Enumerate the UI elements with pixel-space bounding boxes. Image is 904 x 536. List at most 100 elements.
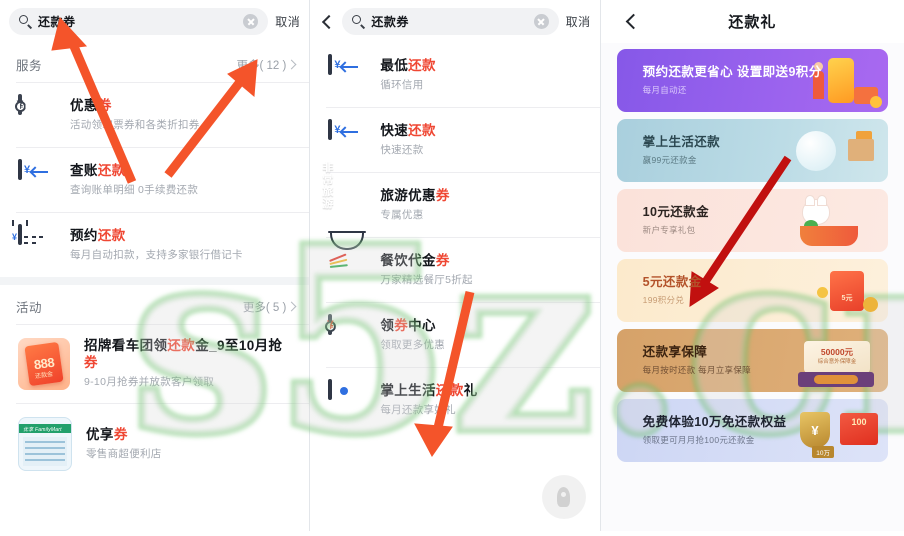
search-bar-left[interactable]: 还款券 取消	[0, 0, 310, 43]
rocket-icon	[557, 487, 571, 507]
list-item-subtitle: 查询账单明细 0手续费还款	[70, 183, 199, 196]
cat-basket-art	[768, 189, 888, 252]
list-item-text: 快速还款 快速还款	[380, 123, 436, 158]
search-input-middle[interactable]: 还款券	[342, 8, 559, 35]
nav-bar: 还款礼	[600, 0, 904, 43]
list-item-subtitle: 万家精选餐厅5折起	[380, 273, 473, 286]
list-item-text: 掌上生活还款礼 每月还款享好礼	[380, 383, 477, 418]
list-item-coupon[interactable]: ¥ 优惠券 活动领取票券和各类折扣券	[0, 83, 310, 147]
section-more-link-services[interactable]: 更多( 12 )	[236, 57, 297, 73]
search-input-left[interactable]: 还款券	[9, 8, 269, 35]
list-item-text: 预约还款 每月自动扣款，支持多家银行借记卡	[70, 228, 243, 263]
page-title: 还款礼	[728, 14, 777, 31]
envelope-amount: 100	[851, 417, 867, 427]
search-icon	[19, 15, 32, 28]
banner-subtitle: 199积分兑	[642, 295, 685, 305]
list-item-subtitle: 循环信用	[380, 78, 424, 91]
banner-subtitle: 领取更可月月抢100元还款金	[642, 435, 755, 445]
list-item-subtitle: 活动领取票券和各类折扣券	[70, 118, 200, 131]
card-repay-icon: ¥	[18, 159, 56, 199]
banner-title: 免费体验10万免还款权益	[642, 415, 787, 429]
banner-text: 免费体验10万免还款权益 领取更可月月抢100元还款金	[617, 415, 787, 446]
clear-icon[interactable]	[533, 14, 549, 29]
section-title: 活动	[16, 301, 43, 315]
list-item-minimum-repay[interactable]: ¥ 最低还款 循环信用	[310, 43, 600, 107]
list-item-fast-repay[interactable]: ¥ 快速还款 快速还款	[310, 108, 600, 172]
list-item-title: 查账还款	[70, 162, 126, 178]
list-item-text: 餐饮代金券 万家精选餐厅5折起	[380, 253, 473, 288]
retail-store-thumb: 优享 FamilyMart	[18, 417, 72, 471]
list-item-text: 优惠券 活动领取票券和各类折扣券	[70, 98, 200, 133]
banner-text: 还款享保障 每月按时还款 每月立享保障	[617, 345, 751, 376]
list-item-subtitle: 每月还款享好礼	[380, 403, 456, 416]
banner-subtitle: 赢99元还款金	[642, 155, 697, 165]
search-icon	[352, 15, 365, 28]
list-item-title: 优惠券	[70, 97, 112, 113]
travel-tile-icon: 非常旅游	[322, 162, 366, 224]
list-item-title: 餐饮代金券	[380, 252, 450, 268]
banner-text: 10元还款金 新户专享礼包	[617, 205, 709, 236]
banner-subtitle: 新户专享礼包	[642, 225, 696, 235]
snowglobe-art	[768, 119, 888, 182]
shield-tag: 10万	[812, 446, 834, 458]
list-item-title: 预约还款	[70, 227, 126, 243]
banner-title: 预约还款更省心 设置即送9积分	[642, 65, 822, 79]
chevron-right-icon	[286, 301, 297, 312]
banner-subtitle: 每月按时还款 每月立享保障	[642, 365, 751, 375]
banner-10-yuan-repay-fund[interactable]: 10元还款金 新户专享礼包	[616, 189, 888, 252]
search-query-text: 还款券	[38, 15, 76, 29]
list-item-title: 掌上生活还款礼	[380, 382, 478, 398]
list-item-title: 招牌看车团领还款金_9至10月抢券	[84, 338, 283, 371]
right-panel-repayment-gifts: 还款礼 预约还款更省心 设置即送9积分 每月自动还 掌上生活还款 赢99元还款金	[599, 0, 904, 531]
section-header-services: 服务 更多( 12 )	[0, 43, 310, 82]
banner-list: 预约还款更省心 设置即送9积分 每月自动还 掌上生活还款 赢99元还款金 10元…	[601, 43, 904, 462]
calendar-repay-icon: ¥	[11, 220, 56, 264]
back-to-top-button[interactable]	[541, 475, 586, 519]
left-panel-search-results: 还款券 取消 服务 更多( 12 ) ¥ 优惠券 活动领取票券和各类折扣券 查账…	[0, 0, 310, 531]
chevron-left-icon[interactable]	[319, 14, 335, 30]
list-item-cmb-life-repay-gift[interactable]: 掌上生活还款礼 每月还款享好礼	[310, 368, 600, 432]
coupon-ticket-icon: ¥	[327, 314, 366, 354]
search-bar-middle[interactable]: 还款券 取消	[310, 0, 600, 43]
banner-repay-insurance[interactable]: 还款享保障 每月按时还款 每月立享保障 50000元 综合意外保障金	[616, 329, 888, 392]
section-title: 服务	[16, 59, 43, 73]
section-more-link-activities[interactable]: 更多( 5 )	[243, 299, 297, 315]
banner-text: 预约还款更省心 设置即送9积分 每月自动还	[617, 65, 822, 96]
red-envelope-888-thumb: 888 还款金	[18, 338, 70, 390]
list-item-text: 招牌看车团领还款金_9至10月抢券 9-10月抢券并放款客户领取	[84, 338, 295, 389]
banner-text: 掌上生活还款 赢99元还款金	[617, 135, 720, 166]
banner-title: 10元还款金	[642, 205, 709, 219]
list-item-subtitle: 零售商超便利店	[86, 447, 162, 460]
red-envelope-art: 5元	[768, 259, 888, 322]
list-item-subtitle: 领取更多优惠	[380, 338, 446, 351]
list-item-travel-coupon[interactable]: 非常旅游 旅游优惠券 专属优惠	[310, 162, 600, 237]
list-item-dining-voucher[interactable]: 餐饮代金券 万家精选餐厅5折起	[310, 230, 600, 302]
banner-free-100k-repay-benefit[interactable]: 免费体验10万免还款权益 领取更可月月抢100元还款金 ¥ 10万 100	[616, 399, 888, 462]
list-item-text: 领券中心 领取更多优惠	[380, 318, 445, 353]
banner-title: 掌上生活还款	[642, 135, 721, 149]
banner-cmb-life-repay[interactable]: 掌上生活还款 赢99元还款金	[616, 119, 888, 182]
clear-icon[interactable]	[243, 14, 259, 29]
cancel-button[interactable]: 取消	[275, 13, 300, 30]
middle-panel-search-results: 还款券 取消 ¥ 最低还款 循环信用 ¥ 快速还款 快速还款 非常旅游	[309, 0, 600, 531]
insurance-card-art: 50000元 综合意外保障金	[768, 329, 888, 392]
section-header-activities: 活动 更多( 5 )	[0, 285, 310, 324]
list-item-title: 快速还款	[380, 122, 436, 138]
list-item-text: 最低还款 循环信用	[380, 58, 436, 93]
list-item-subtitle: 9-10月抢券并放款客户领取	[84, 376, 215, 389]
list-item-scheduled-repay[interactable]: ¥ 预约还款 每月自动扣款，支持多家银行借记卡	[0, 213, 310, 277]
list-item-subtitle: 快速还款	[380, 143, 424, 156]
coupon-ticket-icon: ¥	[17, 94, 56, 134]
list-item-coupon-center[interactable]: ¥ 领券中心 领取更多优惠	[310, 303, 600, 367]
list-item-check-bill-repay[interactable]: ¥ 查账还款 查询账单明细 0手续费还款	[0, 148, 310, 212]
banner-5-yuan-repay-fund[interactable]: 5元还款金 199积分兑 5元	[616, 259, 888, 322]
card-repay-icon: ¥	[328, 119, 366, 159]
cancel-button[interactable]: 取消	[566, 13, 591, 30]
banner-title: 还款享保障	[642, 345, 708, 359]
chevron-left-icon[interactable]	[623, 13, 639, 29]
list-item-retail-coupon[interactable]: 优享 FamilyMart 优享券 零售商超便利店	[0, 404, 310, 484]
list-item-car-group-activity[interactable]: 888 还款金 招牌看车团领还款金_9至10月抢券 9-10月抢券并放款客户领取	[0, 325, 310, 403]
list-item-subtitle: 专属优惠	[380, 208, 424, 221]
list-item-title: 优享券	[86, 426, 128, 442]
banner-scheduled-repay[interactable]: 预约还款更省心 设置即送9积分 每月自动还	[616, 49, 888, 112]
